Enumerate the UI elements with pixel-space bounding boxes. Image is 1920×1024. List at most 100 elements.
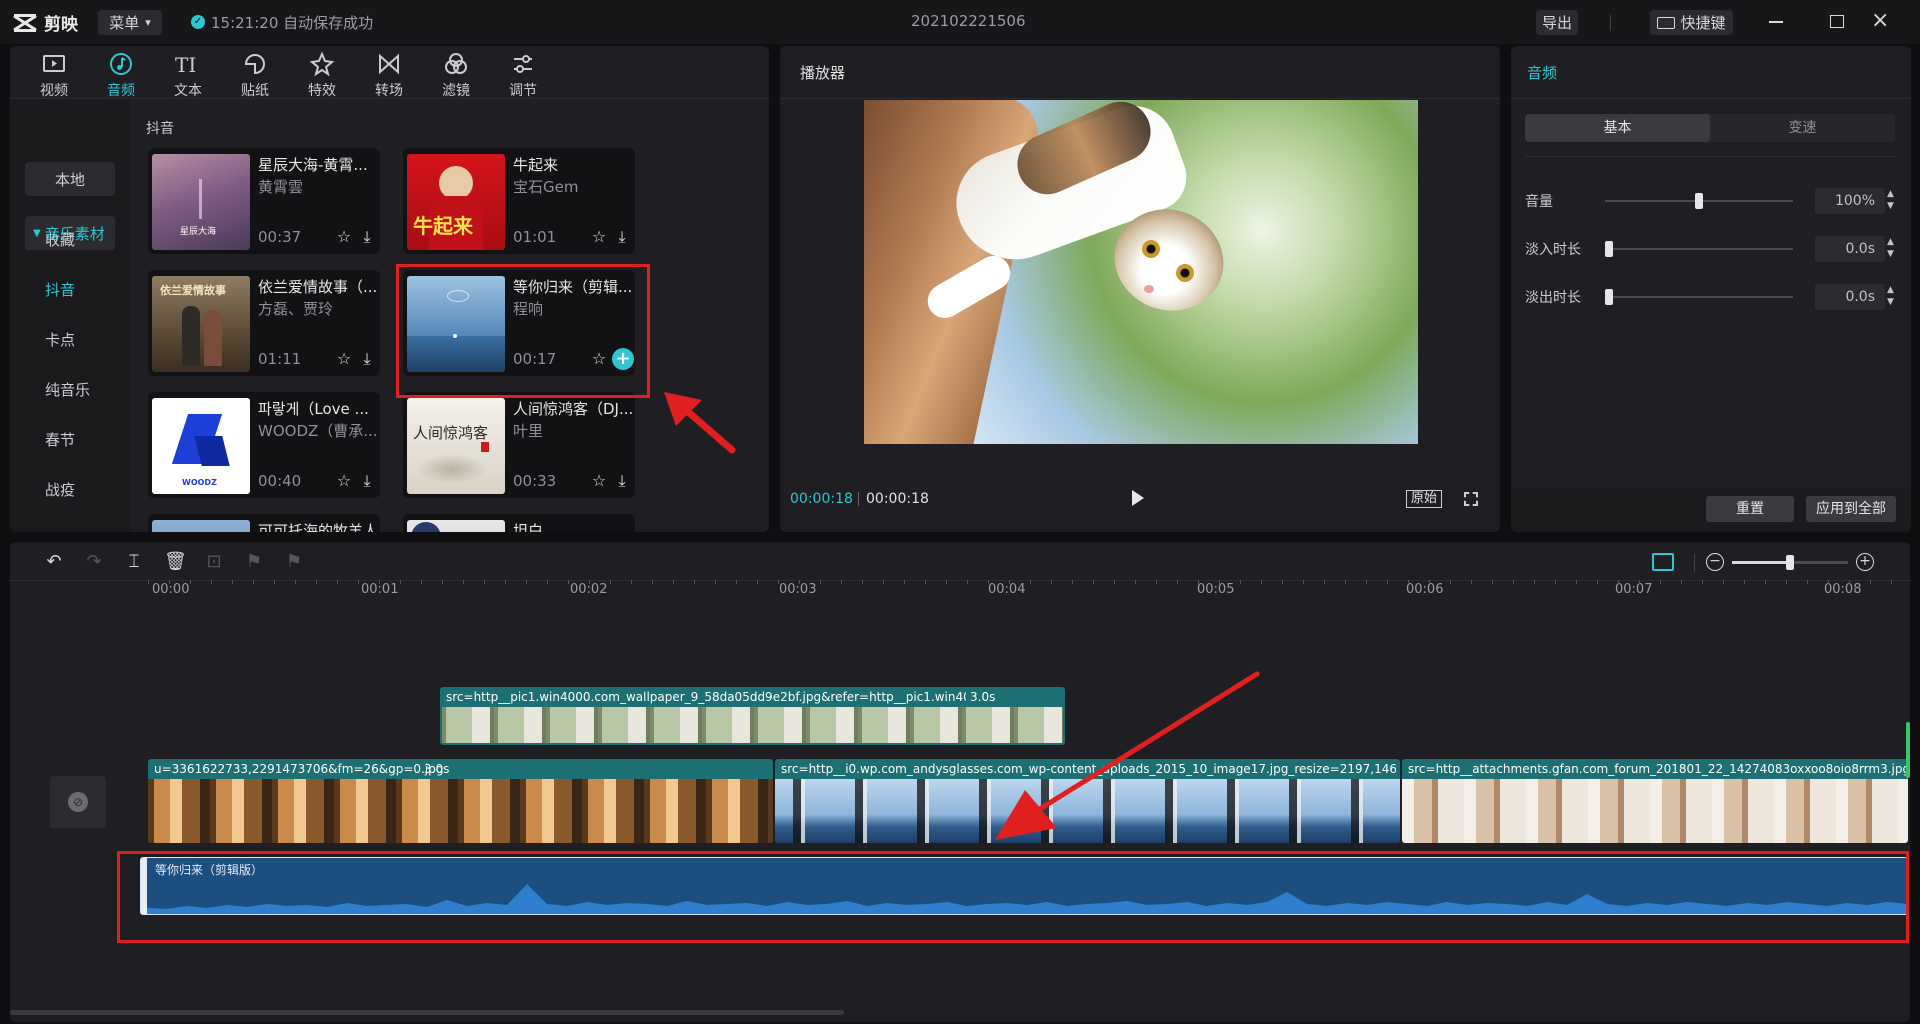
fade-out-input[interactable]: 0.0s — [1815, 284, 1885, 310]
slider-knob[interactable] — [1695, 193, 1703, 209]
menu-button[interactable]: 菜单 ▾ — [98, 10, 162, 35]
volume-slider[interactable] — [1605, 193, 1793, 209]
sidebar-item-anti-epidemic[interactable]: 战疫 — [25, 471, 115, 507]
ruler-tick: 00:04 — [988, 582, 1026, 597]
ruler-tick: 00:02 — [570, 582, 608, 597]
export-button[interactable]: 导出 — [1536, 10, 1578, 35]
divider — [1511, 98, 1911, 99]
tab-label: 基本 — [1603, 120, 1632, 136]
zoom-in-icon[interactable]: + — [1856, 553, 1874, 571]
tab-basic[interactable]: 基本 — [1525, 114, 1710, 142]
clip-name: u=3361622733,2291473706&fm=26&gp=0.jpg — [154, 762, 444, 776]
tab-label: 特效 — [308, 83, 336, 99]
sidebar-item-douyin[interactable]: 抖音 — [25, 271, 115, 307]
param-fade-out: 淡出时长 0.0s ▲ ▼ — [1525, 282, 1895, 312]
undo-icon[interactable]: ↶ — [44, 552, 64, 572]
song-artist: 叶里 — [513, 422, 544, 440]
split-icon[interactable]: ⌶ — [124, 552, 144, 572]
freeze-frame-icon[interactable]: ⊡ — [204, 552, 224, 572]
reset-button[interactable]: 重置 — [1706, 496, 1794, 522]
song-title: 파랗게（Love ... — [258, 400, 369, 418]
favorite-star-icon[interactable]: ☆ — [335, 228, 353, 246]
track-scroll-indicator[interactable] — [1906, 722, 1910, 778]
scissors-logo-icon — [13, 13, 37, 32]
tab-speed[interactable]: 变速 — [1710, 114, 1895, 142]
download-icon[interactable]: ⤓ — [358, 228, 376, 246]
sidebar-item-beat[interactable]: 卡点 — [25, 321, 115, 357]
sidebar-item-label: 卡点 — [45, 330, 76, 349]
divider — [1694, 554, 1695, 572]
flag-icon[interactable]: ⚑ — [244, 552, 264, 572]
sidebar-item-spring-festival[interactable]: 春节 — [25, 421, 115, 457]
zoom-slider-fill — [1732, 561, 1790, 564]
main-clip-3[interactable]: src=http__attachments.gfan.com_forum_201… — [1402, 759, 1908, 843]
favorite-star-icon[interactable]: ☆ — [335, 350, 353, 368]
slider-knob[interactable] — [1605, 241, 1613, 257]
fade-in-input[interactable]: 0.0s — [1815, 236, 1885, 262]
audio-panel-title: 音频 — [1527, 64, 1558, 82]
clip-frames — [1402, 779, 1908, 843]
tab-label: 贴纸 — [241, 83, 269, 99]
favorite-star-icon[interactable]: ☆ — [590, 228, 608, 246]
minimize-icon[interactable] — [1769, 21, 1783, 23]
music-card[interactable]: 牛起来 牛起来 宝石Gem 01:01 ☆ ⤓ — [403, 148, 635, 254]
fade-in-slider[interactable] — [1605, 241, 1793, 257]
cat-eye — [1176, 264, 1194, 282]
sidebar-item-pure-music[interactable]: 纯音乐 — [25, 371, 115, 407]
reset-label: 重置 — [1736, 501, 1764, 517]
cover-text: 依兰爱情故事 — [160, 284, 226, 297]
clip-name: src=http__pic1.win4000.com_wallpaper_9_5… — [446, 690, 966, 704]
param-fade-in: 淡入时长 0.0s ▲ ▼ — [1525, 234, 1895, 264]
ruler-tick: 00:08 — [1824, 582, 1862, 597]
volume-input[interactable]: 100% — [1815, 188, 1885, 214]
zoom-out-icon[interactable]: − — [1706, 553, 1724, 571]
fade-out-slider[interactable] — [1605, 289, 1793, 305]
download-icon[interactable]: ⤓ — [613, 228, 631, 246]
download-icon[interactable]: ⤓ — [613, 472, 631, 490]
track-mute-button[interactable]: ⊘ — [50, 776, 106, 828]
keyboard-icon — [1657, 16, 1676, 29]
ruler-baseline — [148, 580, 1908, 584]
music-card[interactable]: 坦白 — [403, 514, 635, 532]
preview-canvas[interactable] — [864, 100, 1418, 444]
snap-toggle-icon[interactable] — [1652, 553, 1674, 571]
delete-icon[interactable]: 🗑︎ — [164, 552, 187, 572]
download-icon[interactable]: ⤓ — [358, 350, 376, 368]
stepper-icon[interactable]: ▲ ▼ — [1887, 284, 1894, 308]
ruler-tick: 00:01 — [361, 582, 399, 597]
flag-icon[interactable]: ⚑ — [284, 552, 304, 572]
slider-knob[interactable] — [1786, 555, 1794, 570]
play-icon[interactable] — [1132, 490, 1144, 506]
overlay-clip[interactable]: src=http__pic1.win4000.com_wallpaper_9_5… — [440, 687, 1065, 745]
stepper-icon[interactable]: ▲ ▼ — [1887, 236, 1894, 260]
pointer-arrow-icon — [995, 671, 1260, 840]
ratio-label: 原始 — [1410, 491, 1437, 506]
media-panel: 视频 音频 TI 文本 贴纸 特效 转场 滤镜 调节 本地 ▼ 音乐素材 收藏 … — [10, 46, 769, 532]
redo-icon[interactable]: ↷ — [84, 552, 104, 572]
slider-knob[interactable] — [1605, 289, 1613, 305]
video-icon — [43, 55, 65, 72]
zoom-slider[interactable] — [1732, 555, 1848, 570]
tool-tabs: 视频 音频 TI 文本 贴纸 特效 转场 滤镜 调节 — [10, 46, 769, 99]
horizontal-scrollbar[interactable] — [10, 1010, 844, 1015]
apply-all-button[interactable]: 应用到全部 — [1806, 496, 1896, 522]
song-artist: 黄霄雲 — [258, 178, 304, 196]
sidebar-item-favorites[interactable]: 收藏 — [25, 221, 115, 257]
download-icon[interactable]: ⤓ — [358, 472, 376, 490]
music-card[interactable]: 依兰爱情故事 依兰爱情故事（... 方磊、贾玲 01:11 ☆ ⤓ — [148, 270, 380, 376]
favorite-star-icon[interactable]: ☆ — [590, 472, 608, 490]
favorite-star-icon[interactable]: ☆ — [335, 472, 353, 490]
close-icon[interactable]: × — [1871, 9, 1889, 33]
music-card[interactable]: WOODZ 파랗게（Love ... WOODZ（曹承... 00:40 ☆ ⤓ — [148, 392, 380, 498]
fullscreen-icon[interactable] — [1464, 492, 1478, 506]
main-clip-1[interactable]: u=3361622733,2291473706&fm=26&gp=0.jpg 3… — [148, 759, 773, 843]
music-card[interactable]: 人间惊鸿客 人间惊鸿客（DJ... 叶里 00:33 ☆ ⤓ — [403, 392, 635, 498]
shortcut-button[interactable]: 快捷键 — [1650, 10, 1733, 35]
aspect-ratio-button[interactable]: 原始 — [1406, 490, 1442, 508]
maximize-icon[interactable] — [1830, 15, 1844, 28]
filter-icon — [445, 53, 467, 74]
stepper-icon[interactable]: ▲ ▼ — [1887, 188, 1894, 212]
local-button[interactable]: 本地 — [25, 162, 115, 196]
music-card[interactable]: 可可托海的牧羊人 — [148, 514, 380, 532]
music-card[interactable]: 星辰大海 星辰大海-黄霄... 黄霄雲 00:37 ☆ ⤓ — [148, 148, 380, 254]
